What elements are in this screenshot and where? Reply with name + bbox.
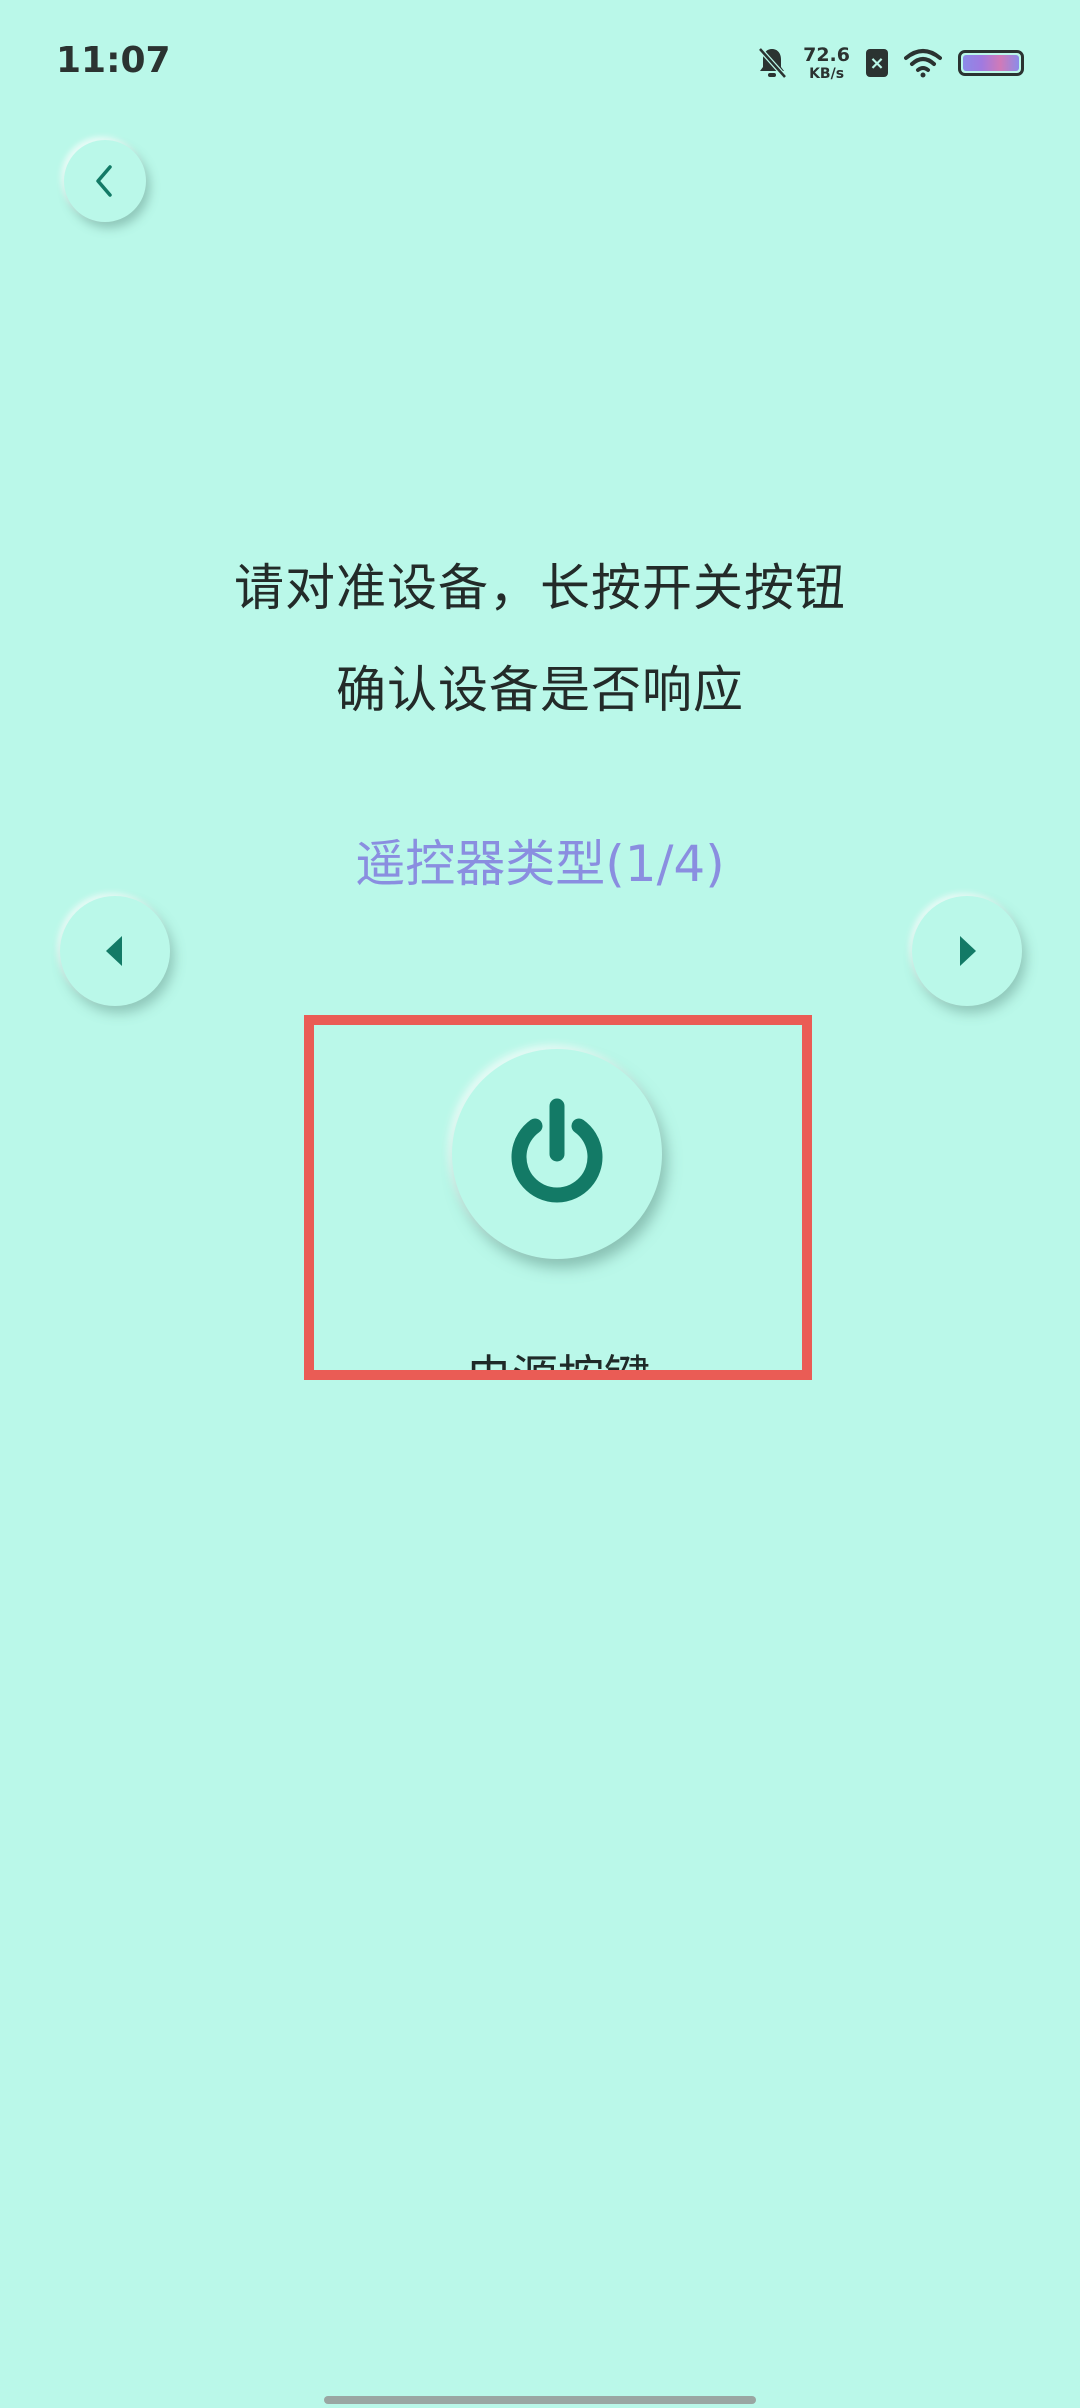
instruction-line-1: 请对准设备，长按开关按钮 — [234, 559, 846, 617]
power-key-button[interactable] — [452, 1049, 662, 1259]
gesture-bar[interactable] — [324, 2396, 756, 2404]
back-button[interactable] — [64, 140, 146, 222]
remote-type-label: 遥控器类型(1/4) — [355, 835, 725, 893]
battery-level — [963, 55, 1019, 71]
caret-right-icon — [960, 936, 976, 966]
chevron-left-icon — [96, 165, 112, 197]
battery-icon — [958, 50, 1024, 76]
status-time: 11:07 — [56, 40, 171, 81]
status-bar: 11:07 72.6 KB/s × — [0, 0, 1080, 120]
power-icon — [511, 1098, 603, 1203]
sim-x-icon: × — [866, 49, 888, 77]
highlight-box: 电源按键 — [304, 1015, 812, 1380]
previous-type-button[interactable] — [60, 896, 170, 1006]
net-speed-unit: KB/s — [809, 65, 845, 82]
caret-left-icon — [106, 936, 122, 966]
next-type-button[interactable] — [912, 896, 1022, 1006]
net-speed-value: 72.6 — [803, 43, 850, 66]
status-icons: 72.6 KB/s × — [757, 40, 1024, 86]
bell-muted-icon — [757, 46, 787, 80]
wifi-icon — [904, 48, 942, 78]
net-speed: 72.6 KB/s — [803, 43, 850, 82]
instruction-line-2: 确认设备是否响应 — [336, 661, 744, 719]
power-key-label: 电源按键 — [466, 1350, 650, 1380]
